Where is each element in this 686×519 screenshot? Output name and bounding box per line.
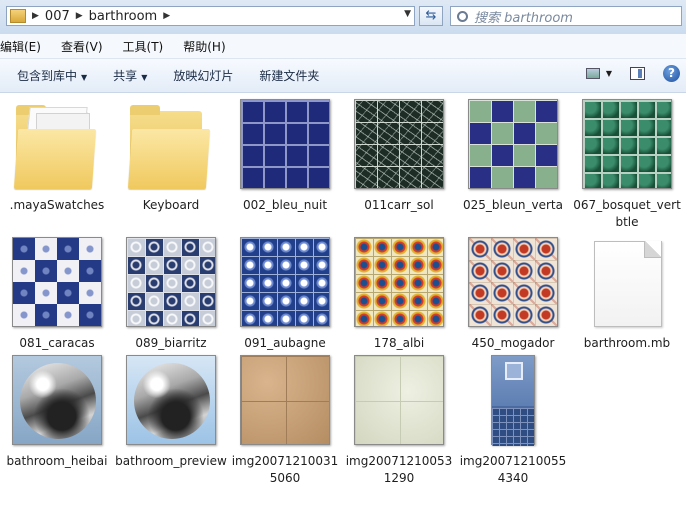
file-name: 089_biarritz: [135, 336, 207, 350]
texture-thumbnail: [126, 237, 216, 327]
file-item[interactable]: 025_bleun_verta: [456, 99, 570, 212]
texture-thumbnail: [240, 355, 330, 445]
breadcrumb-007[interactable]: 007: [45, 9, 70, 24]
new-folder-button[interactable]: 新建文件夹: [259, 67, 319, 84]
refresh-icon: ⇆: [425, 8, 437, 23]
address-bar[interactable]: ▶ 007 ▶ barthroom ▶ ▼: [6, 6, 415, 26]
file-item[interactable]: 089_biarritz: [114, 237, 228, 350]
change-view-icon[interactable]: [585, 68, 600, 79]
include-in-library-button[interactable]: 包含到库中 ▼: [17, 67, 87, 84]
file-name: img200712100531290: [345, 454, 453, 485]
texture-thumbnail: [582, 99, 672, 189]
menu-bar: 编辑(E) 查看(V) 工具(T) 帮助(H): [0, 34, 686, 59]
file-name: 091_aubagne: [244, 336, 326, 350]
file-item[interactable]: 081_caracas: [0, 237, 114, 350]
search-icon: [457, 10, 468, 22]
file-name: .mayaSwatches: [9, 198, 105, 212]
render-thumbnail: [12, 355, 102, 445]
include-in-library-label: 包含到库中: [17, 69, 78, 83]
blank-file-icon: [582, 237, 672, 327]
file-name: 067_bosquet_vertbtle: [573, 198, 681, 229]
file-name: 081_caracas: [19, 336, 95, 350]
texture-thumbnail: [240, 237, 330, 327]
menu-help[interactable]: 帮助(H): [183, 38, 225, 55]
search-box[interactable]: 搜索 barthroom: [450, 6, 682, 26]
texture-thumbnail: [354, 99, 444, 189]
search-placeholder: 搜索 barthroom: [474, 10, 573, 26]
file-name: 002_bleu_nuit: [242, 198, 328, 212]
share-button[interactable]: 共享 ▼: [113, 67, 147, 84]
file-name: barthroom.mb: [583, 336, 671, 350]
texture-thumbnail: [354, 237, 444, 327]
texture-thumbnail: [12, 237, 102, 327]
chevron-down-icon: ▼: [141, 73, 148, 82]
menu-edit[interactable]: 编辑(E): [0, 38, 41, 55]
file-name: 025_bleun_verta: [463, 198, 563, 212]
texture-thumbnail: [240, 99, 330, 189]
texture-thumbnail: [468, 99, 558, 189]
address-dropdown-icon[interactable]: ▼: [404, 9, 411, 19]
view-dropdown-icon[interactable]: ▼: [606, 69, 612, 78]
file-name: img200712100315060: [231, 454, 339, 485]
command-bar: 包含到库中 ▼ 共享 ▼ 放映幻灯片 新建文件夹 ▼ ?: [0, 59, 686, 93]
file-name: 450_mogador: [471, 336, 555, 350]
address-bar-area: ▶ 007 ▶ barthroom ▶ ▼ ⇆ 搜索 barthroom: [0, 0, 686, 34]
breadcrumb-separator-icon[interactable]: ▶: [32, 11, 39, 21]
file-name: 011carr_sol: [364, 198, 434, 212]
file-name: img200712100554340: [459, 454, 567, 485]
texture-thumbnail: [491, 355, 535, 446]
help-icon[interactable]: ?: [663, 65, 680, 82]
slideshow-button[interactable]: 放映幻灯片: [173, 67, 233, 84]
render-thumbnail: [126, 355, 216, 445]
texture-thumbnail: [354, 355, 444, 445]
chevron-down-icon: ▼: [81, 73, 88, 82]
breadcrumb-separator-icon[interactable]: ▶: [76, 11, 83, 21]
file-name: bathroom_heibai: [6, 454, 108, 468]
folder-icon: [12, 99, 102, 189]
folder-icon: [126, 99, 216, 189]
refresh-button[interactable]: ⇆: [419, 6, 443, 26]
preview-pane-icon[interactable]: [630, 67, 645, 80]
file-name: 178_albi: [373, 336, 425, 350]
breadcrumb-barthroom[interactable]: barthroom: [89, 9, 158, 24]
share-label: 共享: [113, 69, 138, 83]
file-list: .mayaSwatches Keyboard 002_bleu_nuit 011…: [0, 93, 686, 519]
breadcrumb-separator-icon[interactable]: ▶: [163, 11, 170, 21]
texture-thumbnail: [468, 237, 558, 327]
menu-tools[interactable]: 工具(T): [123, 38, 164, 55]
file-name: Keyboard: [142, 198, 200, 212]
file-name: bathroom_preview: [115, 454, 227, 468]
menu-view[interactable]: 查看(V): [61, 38, 103, 55]
folder-location-icon: [10, 9, 26, 23]
